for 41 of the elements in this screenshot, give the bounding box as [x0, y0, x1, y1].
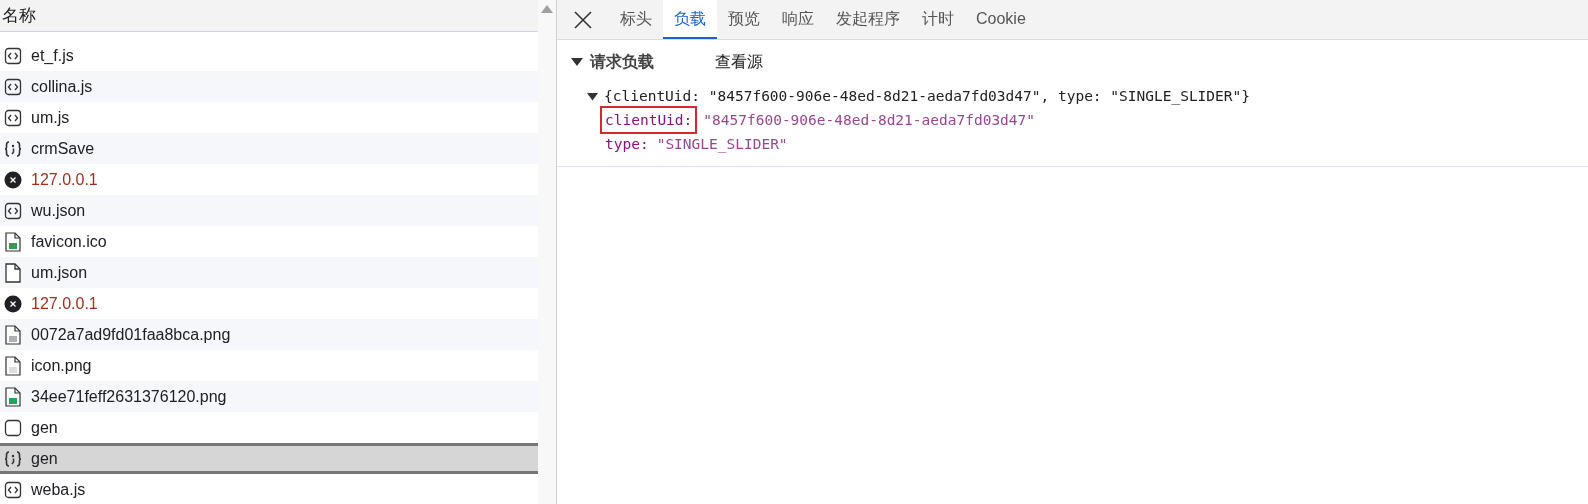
- code-file-icon: [4, 46, 22, 65]
- tab[interactable]: 发起程序: [825, 0, 911, 39]
- braces-icon: [4, 449, 22, 468]
- request-row[interactable]: wu.json: [0, 195, 538, 226]
- request-row[interactable]: 34ee71feff2631376120.png: [0, 381, 538, 412]
- property-value: "SINGLE_SLIDER": [656, 135, 788, 155]
- image-file-icon: [4, 386, 22, 407]
- image-file-icon: [4, 324, 22, 345]
- column-header[interactable]: 名称: [0, 0, 538, 32]
- code-file-icon: [4, 108, 22, 127]
- request-row[interactable]: um.json: [0, 257, 538, 288]
- request-row[interactable]: gen: [0, 443, 538, 474]
- request-row[interactable]: crmSave: [0, 133, 538, 164]
- view-source-link[interactable]: 查看源: [715, 50, 763, 74]
- document-icon: [4, 262, 22, 283]
- disclosure-icon[interactable]: [587, 91, 598, 101]
- tab[interactable]: 计时: [911, 0, 965, 39]
- request-row[interactable]: collina.js: [0, 71, 538, 102]
- request-row[interactable]: 0072a7ad9fd01faa8bca.png: [0, 319, 538, 350]
- tab[interactable]: 标头: [609, 0, 663, 39]
- property-value: "8457f600-906e-48ed-8d21-aeda7fd03d47": [703, 111, 1036, 130]
- code-file-icon: [4, 480, 22, 499]
- disclosure-icon: [571, 57, 583, 67]
- code-file-icon: [4, 201, 22, 220]
- tab[interactable]: 负载: [663, 0, 717, 39]
- property-key: clientUid:: [602, 108, 696, 132]
- section-header[interactable]: 请求负载: [571, 50, 715, 74]
- error-icon: [4, 170, 22, 189]
- braces-icon: [4, 139, 22, 158]
- code-file-icon: [4, 77, 22, 96]
- property-key: type:: [605, 132, 649, 156]
- error-icon: [4, 294, 22, 313]
- image-file-icon: [4, 231, 22, 252]
- object-summary[interactable]: {clientUid: "8457f600-906e-48ed-8d21-aeda7fd03d47", type: "SINGLE_SLIDER"}: [604, 84, 1250, 108]
- tab[interactable]: 预览: [717, 0, 771, 39]
- scroll-up-icon[interactable]: [540, 4, 554, 14]
- square-icon: [4, 418, 22, 437]
- image-file-icon: [4, 355, 22, 376]
- close-icon: [574, 10, 592, 29]
- tab[interactable]: 响应: [771, 0, 825, 39]
- tab[interactable]: Cookie: [965, 0, 1037, 39]
